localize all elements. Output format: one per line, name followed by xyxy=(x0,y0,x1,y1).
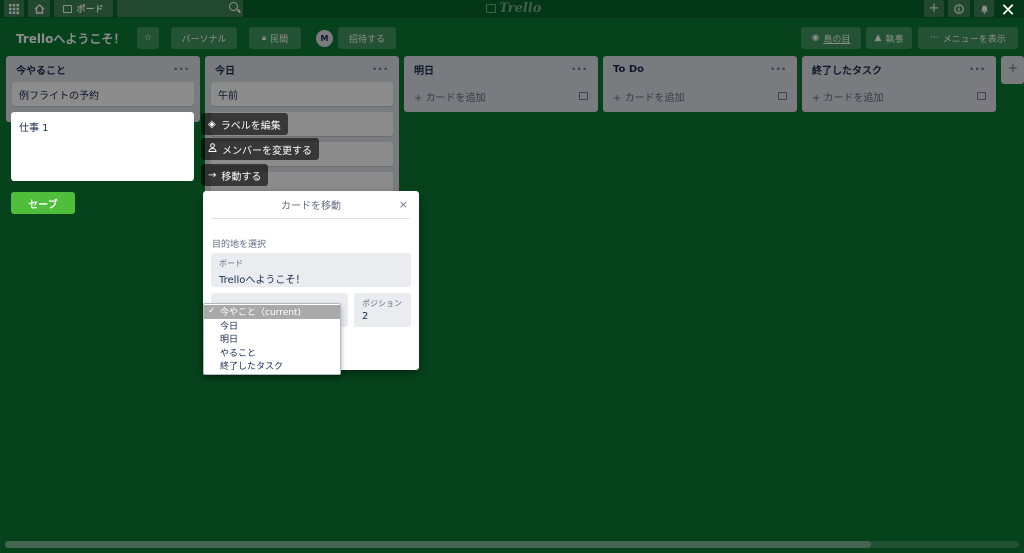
dropdown-option-label: 明日 xyxy=(220,335,239,346)
dropdown-option[interactable]: 終了したタスク xyxy=(204,359,340,373)
dropdown-option-label: 今やこと（current) xyxy=(220,308,301,319)
edit-labels-label: ラベルを編集 xyxy=(220,120,281,132)
position-select-label: ポジション xyxy=(362,299,402,308)
quick-edit-card-textarea[interactable]: 仕事 1 xyxy=(11,112,194,181)
edit-labels-button[interactable]: ◈ ラベルを編集 xyxy=(201,113,288,135)
quick-edit-overlay[interactable] xyxy=(0,0,1024,553)
popover-header: カードを移動 × xyxy=(212,191,410,219)
save-button[interactable]: セーブ xyxy=(11,192,75,214)
dropdown-option-label: 今日 xyxy=(220,321,239,332)
position-select-value: 2 xyxy=(362,311,369,322)
board-select[interactable]: ボード Trelloへようこそ！ xyxy=(211,253,411,287)
board-select-label: ボード xyxy=(219,259,243,268)
arrow-right-icon: → xyxy=(208,169,217,181)
select-destination-heading: 目的地を選択 xyxy=(212,240,267,250)
position-select[interactable]: ポジション 2 xyxy=(354,293,411,327)
move-label: 移動する xyxy=(221,171,262,183)
member-icon xyxy=(208,143,217,155)
list-dropdown-menu: ✓ 今やこと（current) 今日 明日 やること 終了したタスク xyxy=(203,303,341,375)
change-members-label: メンバーを変更する xyxy=(222,145,312,157)
dropdown-option[interactable]: 今日 xyxy=(204,319,340,333)
dropdown-option[interactable]: ✓ 今やこと（current) xyxy=(204,305,340,319)
dropdown-option[interactable]: 明日 xyxy=(204,332,340,346)
dropdown-option-label: やること xyxy=(220,348,257,359)
popover-title: カードを移動 xyxy=(281,201,341,212)
popover-close-icon[interactable]: × xyxy=(399,198,408,211)
change-members-button[interactable]: メンバーを変更する xyxy=(201,138,319,160)
dropdown-option[interactable]: やること xyxy=(204,346,340,360)
label-tag-icon: ◈ xyxy=(208,118,216,130)
quick-edit-card-text: 仕事 1 xyxy=(19,123,49,134)
close-quick-edit-icon[interactable]: ✕ xyxy=(996,0,1020,21)
board-select-value: Trelloへようこそ！ xyxy=(219,275,306,286)
dropdown-option-label: 終了したタスク xyxy=(220,362,284,373)
move-button[interactable]: → 移動する xyxy=(201,164,269,186)
checkmark-icon: ✓ xyxy=(208,306,216,316)
